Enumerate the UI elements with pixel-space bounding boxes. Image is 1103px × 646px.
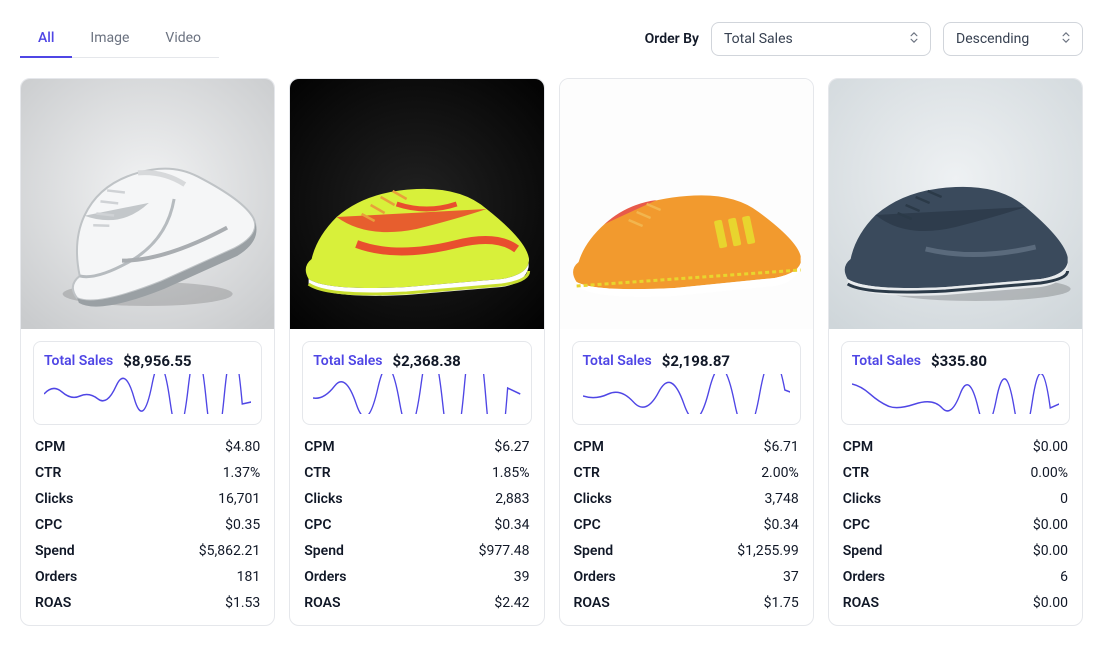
tab-all[interactable]: All	[20, 20, 72, 58]
metric-row-roas: ROAS$1.75	[574, 595, 799, 611]
tab-image[interactable]: Image	[72, 20, 147, 58]
metric-row-spend: Spend$5,862.21	[35, 543, 260, 559]
sparkline-chart	[583, 374, 790, 414]
direction-value: Descending	[943, 22, 1083, 56]
product-card[interactable]: Total Sales $335.80 CPM$0.00 CTR0.00% Cl…	[828, 78, 1083, 626]
metric-row-ctr: CTR2.00%	[574, 465, 799, 481]
product-image	[560, 79, 813, 329]
metric-row-cpm: CPM$6.71	[574, 439, 799, 455]
metric-row-ctr: CTR1.85%	[304, 465, 529, 481]
metric-row-cpm: CPM$6.27	[304, 439, 529, 455]
metric-row-orders: Orders6	[843, 569, 1068, 585]
product-card[interactable]: Total Sales $2,368.38 CPM$6.27 CTR1.85% …	[289, 78, 544, 626]
order-by-select[interactable]: Total Sales	[711, 22, 931, 56]
metric-row-cpc: CPC$0.34	[304, 517, 529, 533]
product-image	[829, 79, 1082, 329]
card-body: Total Sales $2,368.38 CPM$6.27 CTR1.85% …	[290, 329, 543, 625]
product-card[interactable]: Total Sales $8,956.55 CPM$4.80 CTR1.37% …	[20, 78, 275, 626]
metric-row-cpc: CPC$0.00	[843, 517, 1068, 533]
sparkline-chart	[44, 374, 251, 414]
card-body: Total Sales $335.80 CPM$0.00 CTR0.00% Cl…	[829, 329, 1082, 625]
metric-row-cpc: CPC$0.35	[35, 517, 260, 533]
metric-row-clicks: Clicks0	[843, 491, 1068, 507]
total-sales-label: Total Sales	[583, 353, 652, 369]
metric-row-roas: ROAS$2.42	[304, 595, 529, 611]
sparkline-chart	[313, 374, 520, 414]
total-sales-box: Total Sales $2,368.38	[302, 341, 531, 425]
metrics-list: CPM$6.71 CTR2.00% Clicks3,748 CPC$0.34 S…	[572, 435, 801, 613]
total-sales-value: $2,198.87	[662, 352, 730, 370]
metric-row-spend: Spend$977.48	[304, 543, 529, 559]
metric-row-roas: ROAS$1.53	[35, 595, 260, 611]
metric-row-spend: Spend$1,255.99	[574, 543, 799, 559]
metric-row-ctr: CTR1.37%	[35, 465, 260, 481]
metrics-list: CPM$0.00 CTR0.00% Clicks0 CPC$0.00 Spend…	[841, 435, 1070, 613]
metric-row-spend: Spend$0.00	[843, 543, 1068, 559]
total-sales-value: $335.80	[931, 352, 987, 370]
product-card[interactable]: Total Sales $2,198.87 CPM$6.71 CTR2.00% …	[559, 78, 814, 626]
product-cards-grid: Total Sales $8,956.55 CPM$4.80 CTR1.37% …	[20, 78, 1083, 626]
direction-select[interactable]: Descending	[943, 22, 1083, 56]
total-sales-label: Total Sales	[44, 353, 113, 369]
card-body: Total Sales $8,956.55 CPM$4.80 CTR1.37% …	[21, 329, 274, 625]
tab-video[interactable]: Video	[147, 20, 219, 58]
total-sales-label: Total Sales	[852, 353, 921, 369]
total-sales-box: Total Sales $2,198.87	[572, 341, 801, 425]
metric-row-orders: Orders181	[35, 569, 260, 585]
product-image	[21, 79, 274, 329]
product-image	[290, 79, 543, 329]
total-sales-box: Total Sales $8,956.55	[33, 341, 262, 425]
metrics-list: CPM$6.27 CTR1.85% Clicks2,883 CPC$0.34 S…	[302, 435, 531, 613]
card-body: Total Sales $2,198.87 CPM$6.71 CTR2.00% …	[560, 329, 813, 625]
metric-row-cpm: CPM$4.80	[35, 439, 260, 455]
page-header: All Image Video Order By Total Sales Des…	[20, 20, 1083, 58]
metric-row-clicks: Clicks3,748	[574, 491, 799, 507]
filter-tabs: All Image Video	[20, 20, 219, 58]
metric-row-clicks: Clicks2,883	[304, 491, 529, 507]
metric-row-roas: ROAS$0.00	[843, 595, 1068, 611]
sort-controls: Order By Total Sales Descending	[645, 22, 1083, 56]
total-sales-value: $2,368.38	[393, 352, 461, 370]
order-by-value: Total Sales	[711, 22, 931, 56]
metric-row-clicks: Clicks16,701	[35, 491, 260, 507]
metric-row-cpm: CPM$0.00	[843, 439, 1068, 455]
total-sales-value: $8,956.55	[123, 352, 191, 370]
sparkline-chart	[852, 374, 1059, 414]
metrics-list: CPM$4.80 CTR1.37% Clicks16,701 CPC$0.35 …	[33, 435, 262, 613]
metric-row-orders: Orders39	[304, 569, 529, 585]
order-by-label: Order By	[645, 31, 699, 47]
total-sales-label: Total Sales	[313, 353, 382, 369]
metric-row-cpc: CPC$0.34	[574, 517, 799, 533]
metric-row-ctr: CTR0.00%	[843, 465, 1068, 481]
metric-row-orders: Orders37	[574, 569, 799, 585]
total-sales-box: Total Sales $335.80	[841, 341, 1070, 425]
